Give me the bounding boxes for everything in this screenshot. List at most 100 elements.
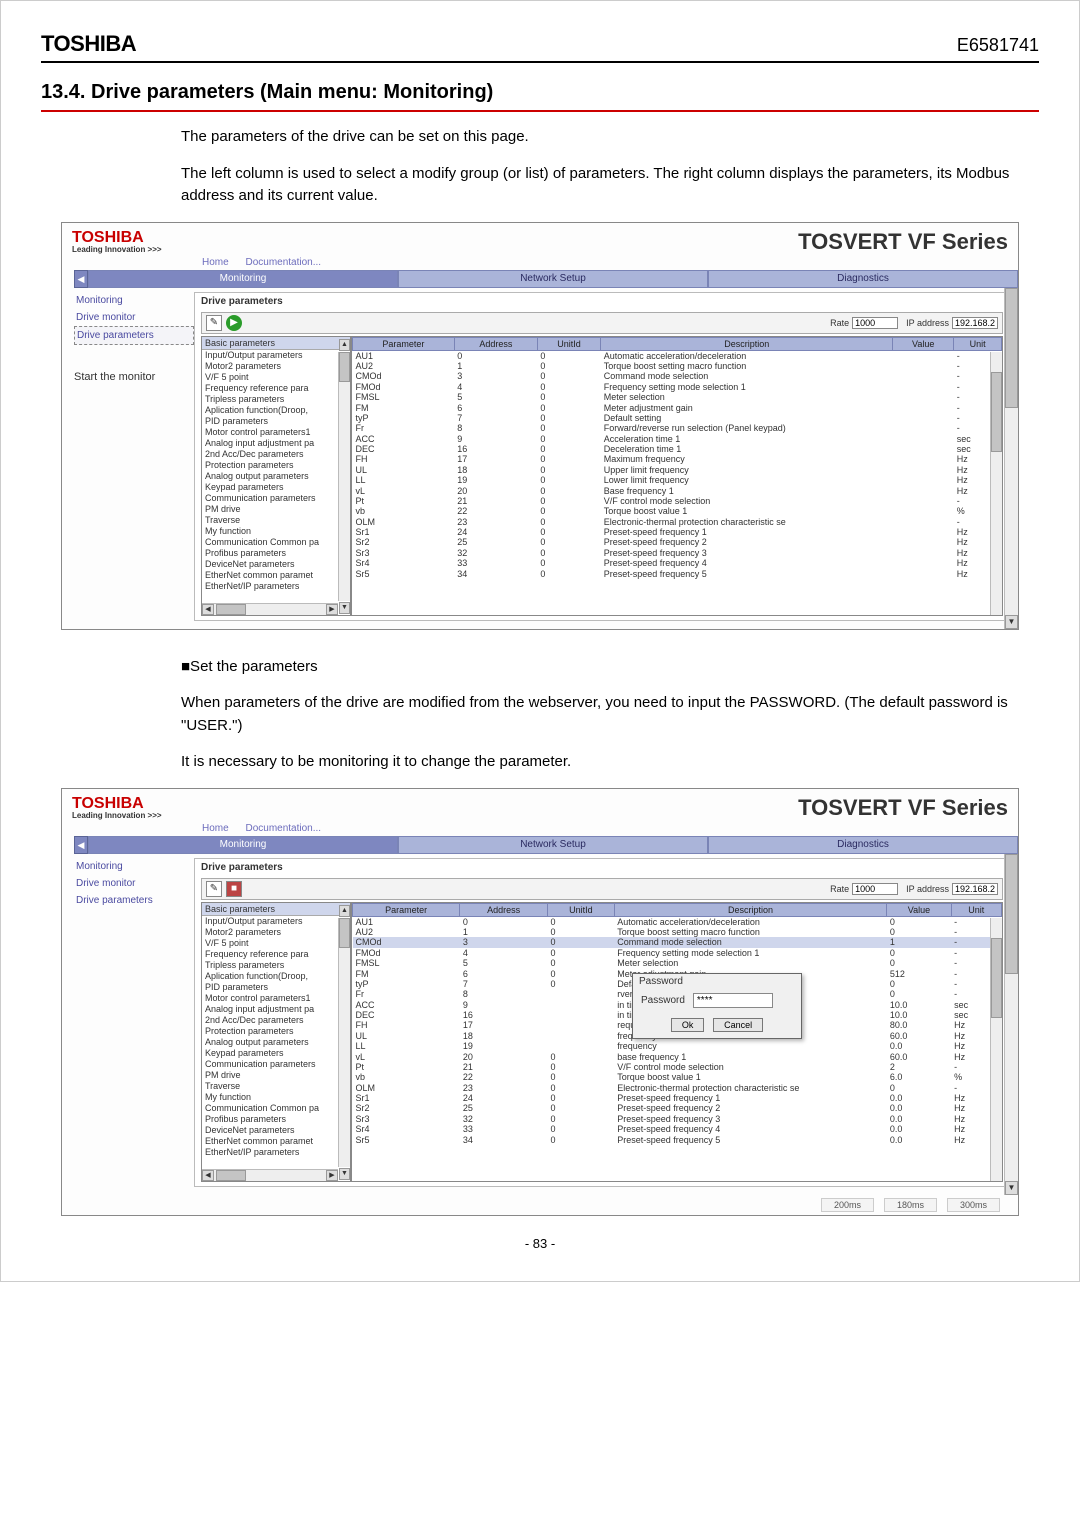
table-row[interactable]: vL200Base frequency 1Hz [353,485,1002,495]
table-row[interactable]: Sr3320Preset-speed frequency 30.0Hz [353,1114,1002,1124]
group-item[interactable]: Communication Common pa [202,1103,350,1114]
table-row[interactable]: FMOd40Frequency setting mode selection 1… [353,382,1002,392]
group-item[interactable]: Aplication function(Droop, [202,971,350,982]
table-row[interactable]: vL200base frequency 160.0Hz [353,1051,1002,1061]
group-item[interactable]: Aplication function(Droop, [202,405,350,416]
group-item[interactable]: PM drive [202,1070,350,1081]
table-row[interactable]: Pt210V/F control mode selection2- [353,1062,1002,1072]
tab-monitoring[interactable]: Monitoring [88,836,398,854]
table-row[interactable]: tyP70Default setting- [353,413,1002,423]
table-row[interactable]: vb220Torque boost value 1% [353,506,1002,516]
table-row[interactable]: Sr2250Preset-speed frequency 2Hz [353,537,1002,547]
scroll-right-icon[interactable]: ▶ [326,1170,338,1181]
outer-thumb[interactable] [1005,854,1018,974]
group-item[interactable]: Tripless parameters [202,960,350,971]
group-item[interactable]: Protection parameters [202,1026,350,1037]
table-row[interactable]: AU210Torque boost setting macro function… [353,361,1002,371]
group-list-header[interactable]: Basic parameters [202,903,350,916]
group-item[interactable]: Protection parameters [202,460,350,471]
group-item[interactable]: V/F 5 point [202,372,350,383]
group-item[interactable]: PM drive [202,504,350,515]
group-item[interactable]: V/F 5 point [202,938,350,949]
table-row[interactable]: Sr5340Preset-speed frequency 5Hz [353,568,1002,578]
group-item[interactable]: Motor control parameters1 [202,427,350,438]
play-icon[interactable]: ▶ [226,315,242,331]
group-item[interactable]: PID parameters [202,982,350,993]
table-row[interactable]: OLM230Electronic-thermal protection char… [353,517,1002,527]
group-item[interactable]: DeviceNet parameters [202,1125,350,1136]
table-row[interactable]: CMOd30Command mode selection1- [353,937,1002,947]
table-thumb[interactable] [991,372,1002,452]
start-monitor-link[interactable]: Start the monitor [74,371,194,383]
group-item[interactable]: Communication parameters [202,1059,350,1070]
th-address[interactable]: Address [460,903,548,916]
edit-icon[interactable]: ✎ [206,881,222,897]
outer-vscroll[interactable]: ▼ [1004,288,1018,629]
side-drive-parameters[interactable]: Drive parameters [74,326,194,345]
table-row[interactable]: CMOd30Command mode selection- [353,371,1002,381]
ok-button[interactable]: Ok [671,1018,705,1032]
table-row[interactable]: UL180Upper limit frequencyHz [353,465,1002,475]
group-listbox[interactable]: Basic parameters Input/Output parameters… [201,902,351,1182]
table-row[interactable]: Sr1240Preset-speed frequency 1Hz [353,527,1002,537]
link-home[interactable]: Home [202,823,229,834]
table-row[interactable]: Sr5340Preset-speed frequency 50.0Hz [353,1134,1002,1144]
scroll-hthumb[interactable] [216,1170,246,1181]
group-item[interactable]: Motor control parameters1 [202,993,350,1004]
side-monitoring[interactable]: Monitoring [74,292,194,309]
th-parameter[interactable]: Parameter [353,903,460,916]
edit-icon[interactable]: ✎ [206,315,222,331]
group-item[interactable]: Traverse [202,515,350,526]
group-item[interactable]: Analog input adjustment pa [202,1004,350,1015]
table-row[interactable]: Sr4330Preset-speed frequency 4Hz [353,558,1002,568]
table-row[interactable]: FMOd40Frequency setting mode selection 1… [353,948,1002,958]
th-address[interactable]: Address [454,337,537,350]
group-item[interactable]: PID parameters [202,416,350,427]
group-item[interactable]: Input/Output parameters [202,350,350,361]
table-row[interactable]: FMSL50Meter selection0- [353,958,1002,968]
tab-arrow-left[interactable]: ◀ [74,270,88,288]
th-unit[interactable]: Unit [954,337,1002,350]
ip-input[interactable] [952,317,998,329]
ip-input[interactable] [952,883,998,895]
th-parameter[interactable]: Parameter [353,337,455,350]
tab-network[interactable]: Network Setup [398,836,708,854]
group-item[interactable]: Keypad parameters [202,1048,350,1059]
group-item[interactable]: Analog output parameters [202,1037,350,1048]
table-row[interactable]: Pt210V/F control mode selection- [353,496,1002,506]
table-row[interactable]: Sr3320Preset-speed frequency 3Hz [353,548,1002,558]
group-item[interactable]: Motor2 parameters [202,927,350,938]
group-listbox[interactable]: Basic parameters Input/Output parameters… [201,336,351,616]
th-value[interactable]: Value [893,337,954,350]
group-item[interactable]: EtherNet common paramet [202,1136,350,1147]
table-row[interactable]: ACC90Acceleration time 1sec [353,434,1002,444]
side-drive-parameters[interactable]: Drive parameters [74,892,194,909]
group-item[interactable]: Profibus parameters [202,1114,350,1125]
table-row[interactable]: Sr4330Preset-speed frequency 40.0Hz [353,1124,1002,1134]
th-description[interactable]: Description [614,903,887,916]
rate-input[interactable] [852,317,898,329]
scroll-left-icon[interactable]: ◀ [202,1170,214,1181]
tab-diagnostics[interactable]: Diagnostics [708,270,1018,288]
group-item[interactable]: Frequency reference para [202,949,350,960]
table-vscroll[interactable] [990,352,1002,615]
group-item[interactable]: Communication Common pa [202,537,350,548]
group-item[interactable]: Analog input adjustment pa [202,438,350,449]
tab-monitoring[interactable]: Monitoring [88,270,398,288]
scroll-up-icon[interactable]: ▲ [339,339,350,351]
th-value[interactable]: Value [887,903,951,916]
list-vscroll[interactable]: ▲ ▼ [338,918,350,1167]
group-item[interactable]: My function [202,1092,350,1103]
scroll-hthumb[interactable] [216,604,246,615]
outer-down-icon[interactable]: ▼ [1005,615,1018,629]
tab-arrow-left[interactable]: ◀ [74,836,88,854]
table-thumb[interactable] [991,938,1002,1018]
th-description[interactable]: Description [601,337,893,350]
table-row[interactable]: vb220Torque boost value 16.0% [353,1072,1002,1082]
group-item[interactable]: Communication parameters [202,493,350,504]
link-doc[interactable]: Documentation... [245,823,321,834]
group-item[interactable]: EtherNet/IP parameters [202,581,350,592]
group-item[interactable]: 2nd Acc/Dec parameters [202,1015,350,1026]
link-doc[interactable]: Documentation... [245,257,321,268]
table-row[interactable]: Sr2250Preset-speed frequency 20.0Hz [353,1103,1002,1113]
